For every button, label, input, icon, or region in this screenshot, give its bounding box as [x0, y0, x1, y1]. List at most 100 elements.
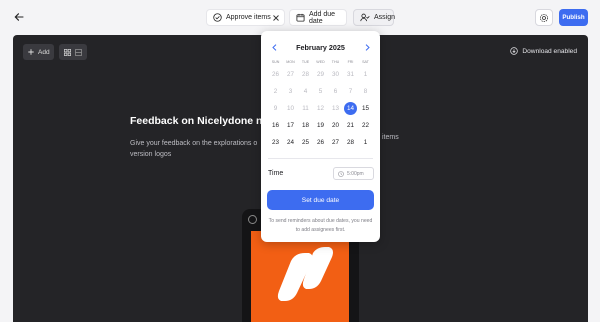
calendar-day[interactable]: 16	[268, 117, 283, 134]
calendar-day-number: 25	[301, 139, 309, 146]
calendar-day[interactable]: 18	[298, 117, 313, 134]
calendar-day-number: 12	[316, 105, 324, 112]
calendar-grid: SUN MON TUE WED THU FRI SAT 26 27 28 29 30 31 1 2 3 4 5 6…	[268, 58, 373, 151]
calendar-day-number: 17	[286, 122, 294, 129]
publish-button[interactable]: Publish	[559, 9, 588, 26]
calendar-day[interactable]: 10	[283, 100, 298, 117]
calendar-day[interactable]: 20	[328, 117, 343, 134]
calendar-day[interactable]: 31	[343, 66, 358, 83]
calendar-day-number: 28	[301, 71, 309, 78]
calendar-day[interactable]: 25	[298, 134, 313, 151]
time-placeholder: 5:00pm	[347, 170, 364, 177]
calendar-day[interactable]: 28	[298, 66, 313, 83]
select-circle-icon[interactable]	[248, 215, 257, 224]
calendar-day-number: 10	[286, 105, 294, 112]
calendar-day-number: 31	[346, 71, 354, 78]
clock-icon	[338, 170, 344, 177]
calendar-week-row: 2 3 4 5 6 7 8	[268, 83, 373, 100]
calendar-week-row: 16 17 18 19 20 21 22	[268, 117, 373, 134]
calendar-day-number: 9	[273, 105, 278, 112]
calendar-day-number: 1	[363, 71, 368, 78]
calendar-week-row: 23 24 25 26 27 28 1	[268, 134, 373, 151]
calendar-day[interactable]: 28	[343, 134, 358, 151]
calendar-day[interactable]: 5	[313, 83, 328, 100]
calendar-day[interactable]: 6	[328, 83, 343, 100]
calendar-weeks: 26 27 28 29 30 31 1 2 3 4 5 6 7 8 9 10 11 12 13 14 15 16 17 18 1…	[268, 66, 373, 151]
calendar-day[interactable]: 3	[283, 83, 298, 100]
download-enabled-toggle[interactable]: Download enabled	[510, 47, 577, 55]
calendar-day[interactable]: 8	[358, 83, 373, 100]
calendar-day[interactable]: 19	[313, 117, 328, 134]
calendar-week-row: 26 27 28 29 30 31 1	[268, 66, 373, 83]
download-icon	[510, 47, 519, 55]
calendar-day[interactable]: 23	[268, 134, 283, 151]
single-view-icon[interactable]	[75, 48, 82, 56]
time-input[interactable]: 5:00pm	[333, 167, 374, 180]
calendar-day-number: 18	[301, 122, 309, 129]
settings-button[interactable]	[535, 9, 553, 26]
calendar-day[interactable]: 4	[298, 83, 313, 100]
divider	[268, 158, 373, 159]
calendar-day[interactable]: 26	[268, 66, 283, 83]
logo-preview-image	[251, 231, 349, 322]
calendar-day-selected[interactable]: 14	[343, 100, 358, 117]
calendar-day-number: 6	[333, 88, 338, 95]
view-toggle[interactable]	[59, 44, 87, 60]
arrow-left-icon	[14, 13, 24, 21]
board-title: Feedback on Nicelydone new	[130, 115, 277, 127]
calendar-day[interactable]: 1	[358, 134, 373, 151]
calendar-day-number: 21	[346, 122, 354, 129]
calendar-day[interactable]: 17	[283, 117, 298, 134]
approve-items-label: Approve items	[226, 14, 271, 21]
assign-button[interactable]: Assign	[353, 9, 395, 26]
add-due-date-button[interactable]: Add due date	[289, 9, 347, 26]
calendar-day[interactable]: 12	[313, 100, 328, 117]
weekday-label: SAT	[362, 60, 369, 64]
set-due-date-button[interactable]: Set due date	[267, 190, 374, 210]
calendar-day-number: 19	[316, 122, 324, 129]
calendar-day[interactable]: 2	[268, 83, 283, 100]
calendar-day-number: 4	[303, 88, 308, 95]
calendar-day-number: 15	[361, 105, 369, 112]
check-circle-icon	[213, 13, 222, 22]
calendar-day-number: 7	[348, 88, 353, 95]
next-month-button[interactable]	[362, 42, 372, 52]
weekday-label: TUE	[301, 60, 310, 64]
calendar-day-number: 24	[286, 139, 294, 146]
calendar-day-number: 29	[316, 71, 324, 78]
calendar-day[interactable]: 9	[268, 100, 283, 117]
calendar-day[interactable]: 26	[313, 134, 328, 151]
calendar-day[interactable]: 29	[313, 66, 328, 83]
close-button[interactable]	[270, 12, 281, 23]
calendar-day[interactable]: 11	[298, 100, 313, 117]
calendar-day-number: 23	[271, 139, 279, 146]
calendar-day[interactable]: 27	[283, 66, 298, 83]
calendar-day[interactable]: 21	[343, 117, 358, 134]
logo-shape-icon	[277, 247, 333, 301]
weekday-label: WED	[316, 60, 325, 64]
user-check-icon	[360, 13, 370, 22]
calendar-day-number: 26	[271, 71, 279, 78]
chevron-right-icon	[365, 43, 370, 51]
add-label: Add	[38, 48, 50, 56]
calendar-day-number: 30	[331, 71, 339, 78]
calendar-day[interactable]: 15	[358, 100, 373, 117]
calendar-day-number: 5	[318, 88, 323, 95]
calendar-day-number: 13	[331, 105, 339, 112]
add-button[interactable]: Add	[23, 44, 54, 60]
calendar-day[interactable]: 27	[328, 134, 343, 151]
calendar-day[interactable]: 24	[283, 134, 298, 151]
calendar-day[interactable]: 7	[343, 83, 358, 100]
calendar-day[interactable]: 13	[328, 100, 343, 117]
calendar-day-number: 2	[273, 88, 278, 95]
calendar-day[interactable]: 22	[358, 117, 373, 134]
calendar-day-number: 8	[363, 88, 368, 95]
back-button[interactable]	[11, 9, 27, 25]
calendar-day[interactable]: 1	[358, 66, 373, 83]
add-due-date-label: Add due date	[309, 10, 336, 25]
top-toolbar: Approve items Add due date Assign Publis…	[0, 0, 600, 35]
calendar-day-number: 1	[363, 139, 368, 146]
grid-view-icon[interactable]	[64, 48, 71, 56]
calendar-day-number: 16	[271, 122, 279, 129]
calendar-day[interactable]: 30	[328, 66, 343, 83]
